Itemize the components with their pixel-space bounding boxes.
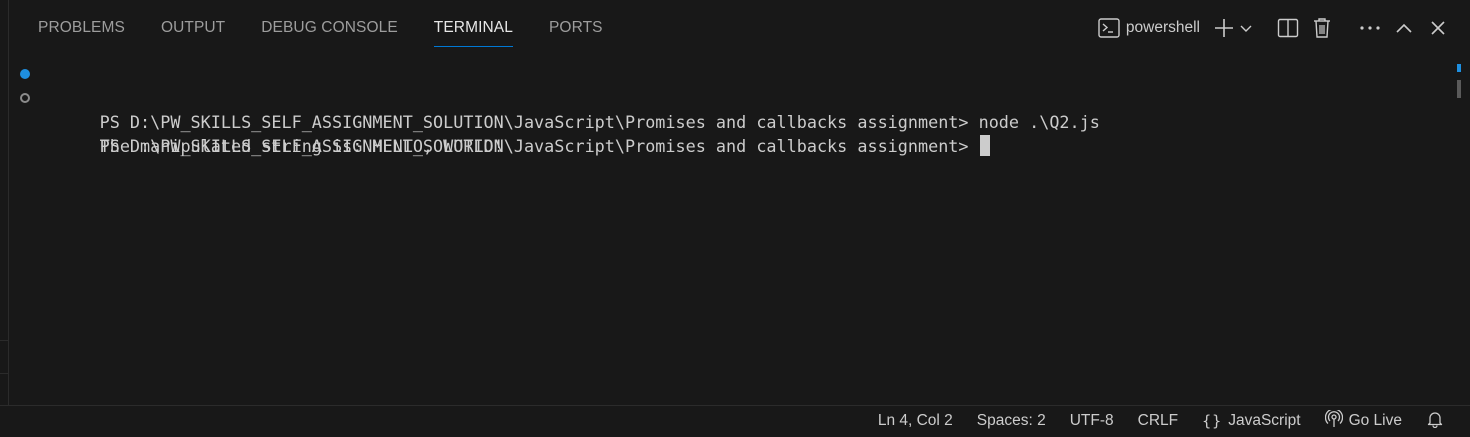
command-success-decoration[interactable]	[20, 69, 30, 79]
status-eol-label: CRLF	[1137, 412, 1179, 429]
ellipsis-icon	[1359, 25, 1381, 31]
panel-tabs: PROBLEMS OUTPUT DEBUG CONSOLE TERMINAL P…	[20, 0, 621, 56]
status-cursor-position[interactable]: Ln 4, Col 2	[866, 406, 965, 437]
tab-problems[interactable]: PROBLEMS	[20, 0, 143, 56]
terminal-panel: PROBLEMS OUTPUT DEBUG CONSOLE TERMINAL P…	[0, 0, 1470, 405]
split-terminal-button[interactable]	[1274, 14, 1302, 42]
status-bar: Ln 4, Col 2 Spaces: 2 UTF-8 CRLF {} Java…	[0, 405, 1470, 436]
command-default-decoration[interactable]	[20, 93, 30, 103]
terminal-line: The manipulated string is: HELLO, WORLD!	[18, 86, 1448, 156]
terminal-profile-button[interactable]: powershell	[1098, 14, 1204, 42]
status-go-live[interactable]: Go Live	[1313, 406, 1414, 437]
close-panel-button[interactable]	[1424, 14, 1452, 42]
tab-ports[interactable]: PORTS	[531, 0, 621, 56]
status-encoding-label: UTF-8	[1069, 412, 1114, 429]
chevron-up-icon	[1394, 21, 1414, 35]
terminal-cursor	[979, 135, 990, 156]
status-language-mode[interactable]: {} JavaScript	[1190, 406, 1312, 437]
braces-icon: {}	[1202, 412, 1223, 430]
status-position-label: Ln 4, Col 2	[877, 412, 953, 429]
kill-terminal-button[interactable]	[1308, 14, 1336, 42]
terminal-line-text: PS D:\PW_SKILLS_SELF_ASSIGNMENT_SOLUTION…	[99, 136, 979, 156]
status-encoding[interactable]: UTF-8	[1058, 406, 1126, 437]
split-terminal-icon	[1277, 18, 1299, 38]
chevron-down-icon	[1239, 21, 1253, 35]
activity-edge	[0, 0, 9, 405]
terminal-output[interactable]: PS D:\PW_SKILLS_SELF_ASSIGNMENT_SOLUTION…	[18, 62, 1448, 392]
status-spaces-label: Spaces: 2	[976, 412, 1046, 429]
more-actions-button[interactable]	[1356, 14, 1384, 42]
tab-output[interactable]: OUTPUT	[143, 0, 243, 56]
terminal-profile-label: powershell	[1125, 19, 1200, 36]
terminal-line: PS D:\PW_SKILLS_SELF_ASSIGNMENT_SOLUTION…	[18, 110, 1448, 156]
status-language-label: JavaScript	[1228, 412, 1301, 429]
new-terminal-button[interactable]	[1210, 14, 1238, 42]
close-icon	[1429, 19, 1447, 37]
broadcast-icon	[1324, 407, 1343, 433]
tab-terminal[interactable]: TERMINAL	[416, 0, 531, 56]
maximize-panel-button[interactable]	[1390, 14, 1418, 42]
terminal-line: PS D:\PW_SKILLS_SELF_ASSIGNMENT_SOLUTION…	[18, 62, 1448, 132]
tab-debug-console[interactable]: DEBUG CONSOLE	[243, 0, 416, 56]
trash-icon	[1312, 17, 1332, 39]
terminal-scrollbar[interactable]	[1457, 64, 1461, 98]
status-golive-label: Go Live	[1348, 412, 1402, 429]
launch-profile-button[interactable]	[1238, 14, 1254, 42]
bell-icon	[1426, 410, 1444, 433]
plus-icon	[1213, 17, 1235, 39]
terminal-toolbar: powershell	[1098, 14, 1452, 42]
status-eol[interactable]: CRLF	[1126, 406, 1190, 437]
status-notifications[interactable]	[1414, 406, 1456, 437]
status-indentation[interactable]: Spaces: 2	[965, 406, 1058, 437]
terminal-powershell-icon	[1098, 18, 1120, 38]
